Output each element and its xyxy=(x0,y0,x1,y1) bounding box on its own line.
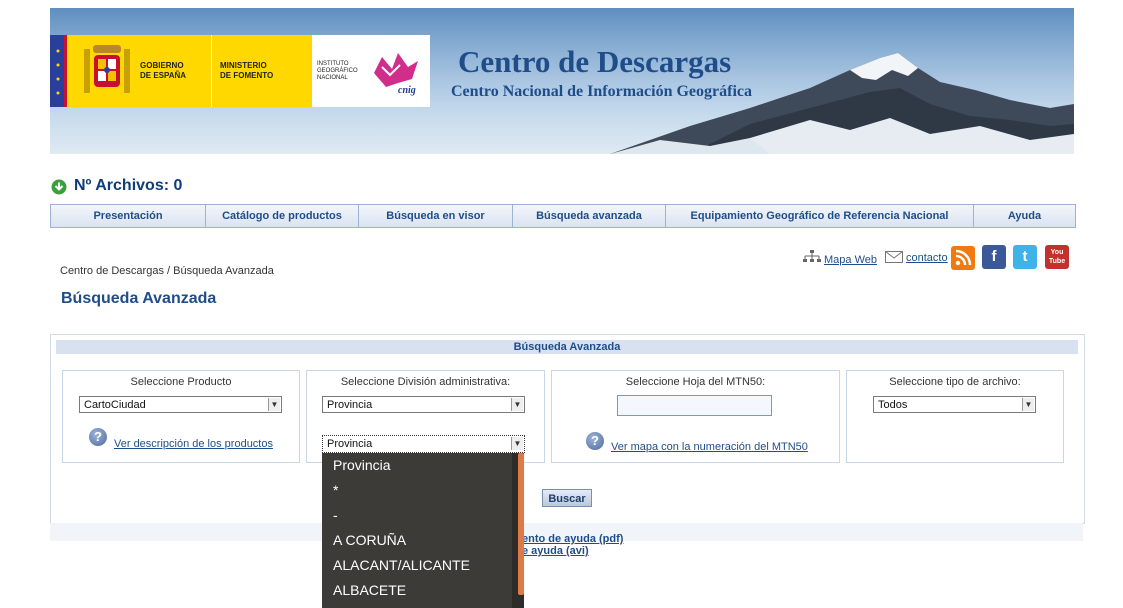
contacto-link[interactable]: contacto xyxy=(906,252,948,264)
dropdown-option[interactable]: * xyxy=(322,478,524,503)
division-select[interactable]: Provincia ▼ xyxy=(322,396,525,413)
dropdown-option[interactable]: ALACANT/ALICANTE xyxy=(322,553,524,578)
banner-title: Centro de Descargas xyxy=(458,44,732,79)
chevron-down-icon: ▼ xyxy=(511,398,523,411)
main-nav: Presentación Catálogo de productos Búsqu… xyxy=(50,204,1076,228)
header-banner: GOBIERNO DE ESPAÑA MINISTERIO DE FOMENTO… xyxy=(50,8,1074,154)
dropdown-option[interactable]: Provincia xyxy=(322,453,524,478)
ministerio-text: MINISTERIO DE FOMENTO xyxy=(220,61,274,80)
tipo-select-value: Todos xyxy=(878,399,908,411)
dropdown-scrollbar-thumb[interactable] xyxy=(518,453,524,595)
nav-catalogo[interactable]: Catálogo de productos xyxy=(206,205,359,227)
help-icon[interactable]: ? xyxy=(89,428,107,446)
producto-help-link[interactable]: Ver descripción de los productos xyxy=(114,438,273,450)
chevron-down-icon: ▼ xyxy=(268,398,280,411)
division-subselect[interactable]: Provincia ▼ xyxy=(322,435,525,453)
mapa-web-link[interactable]: Mapa Web xyxy=(824,254,877,266)
gobierno-text: GOBIERNO DE ESPAÑA xyxy=(140,61,187,80)
mtn50-input[interactable] xyxy=(617,395,772,416)
producto-select[interactable]: CartoCiudad ▼ xyxy=(79,396,282,413)
dropdown-option[interactable]: ALBACETE xyxy=(322,578,524,603)
division-dropdown-list[interactable]: Provincia * - A CORUÑA ALACANT/ALICANTE … xyxy=(322,453,524,608)
nav-busqueda-visor[interactable]: Búsqueda en visor xyxy=(359,205,513,227)
tipo-select[interactable]: Todos ▼ xyxy=(873,396,1036,413)
eu-flag-icon xyxy=(50,35,76,107)
mtn50-help-link[interactable]: Ver mapa con la numeración del MTN50 xyxy=(611,441,808,453)
division-subselect-value: Provincia xyxy=(327,438,373,450)
help-icon[interactable]: ? xyxy=(586,432,604,450)
mtn50-label: Seleccione Hoja del MTN50: xyxy=(625,376,766,388)
archive-count: Nº Archivos: 0 xyxy=(74,177,183,194)
cnig-logo-text: cnig xyxy=(398,85,416,96)
rss-icon[interactable] xyxy=(951,246,975,270)
logo-divider xyxy=(211,35,212,107)
spain-coat-of-arms-icon xyxy=(84,45,130,93)
mail-icon xyxy=(885,251,903,263)
breadcrumb: Centro de Descargas / Búsqueda Avanzada xyxy=(60,265,274,277)
buscar-button[interactable]: Buscar xyxy=(542,489,592,507)
youtube-icon[interactable]: You Tube xyxy=(1045,245,1069,269)
cnig-logo-icon: cnig xyxy=(374,53,418,96)
download-icon[interactable] xyxy=(51,179,67,195)
page-title: Búsqueda Avanzada xyxy=(61,290,217,307)
chevron-down-icon: ▼ xyxy=(1022,398,1034,411)
nav-ayuda[interactable]: Ayuda xyxy=(974,205,1075,227)
dropdown-option[interactable]: - xyxy=(322,503,524,528)
help-avi-link[interactable]: e ayuda (avi) xyxy=(522,545,589,557)
producto-select-value: CartoCiudad xyxy=(84,399,146,411)
help-pdf-link[interactable]: ento de ayuda (pdf) xyxy=(522,533,623,545)
facebook-icon[interactable]: f xyxy=(982,245,1006,269)
division-label: Seleccione División administrativa: xyxy=(340,376,511,388)
producto-label: Seleccione Producto xyxy=(130,376,232,388)
division-select-value: Provincia xyxy=(327,399,373,411)
nav-presentacion[interactable]: Presentación xyxy=(51,205,206,227)
dropdown-option[interactable]: A CORUÑA xyxy=(322,528,524,553)
sitemap-icon xyxy=(803,250,821,262)
nav-busqueda-avanzada[interactable]: Búsqueda avanzada xyxy=(513,205,666,227)
chevron-down-icon: ▼ xyxy=(511,437,523,450)
cnig-logo-box: INSTITUTO GEOGRÁFICO NACIONAL cnig xyxy=(312,35,430,107)
banner-subtitle: Centro Nacional de Información Geográfic… xyxy=(451,83,752,100)
instituto-text: INSTITUTO GEOGRÁFICO NACIONAL xyxy=(317,61,358,81)
twitter-icon[interactable]: t xyxy=(1013,245,1037,269)
search-panel-header: Búsqueda Avanzada xyxy=(56,340,1078,354)
nav-equipamiento[interactable]: Equipamiento Geográfico de Referencia Na… xyxy=(666,205,974,227)
tipo-label: Seleccione tipo de archivo: xyxy=(889,376,1021,388)
